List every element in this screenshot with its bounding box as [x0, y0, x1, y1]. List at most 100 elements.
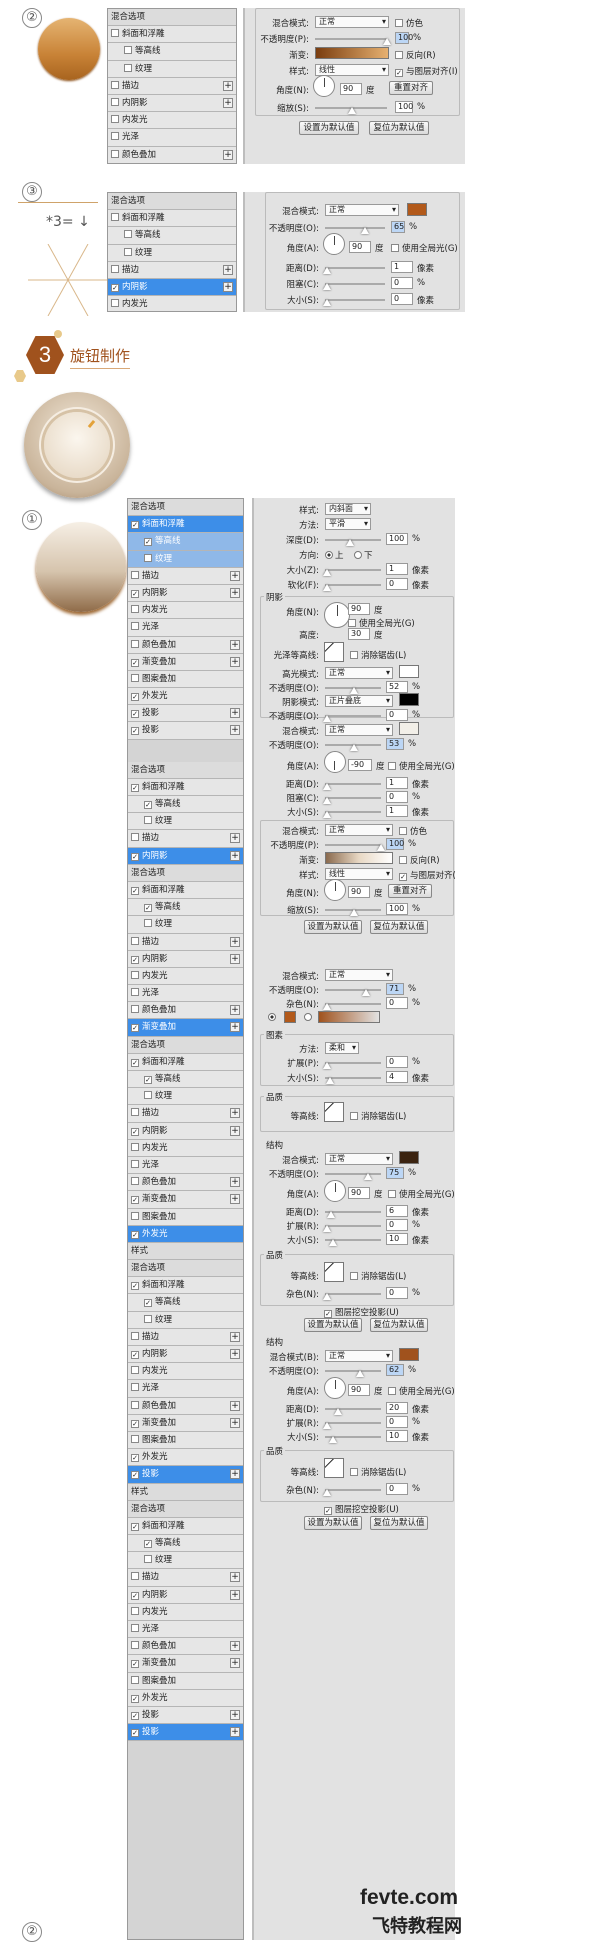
checkbox[interactable]: ✓: [131, 1694, 139, 1703]
stroke-item[interactable]: 描边 +: [128, 933, 243, 951]
inner-shadow-item[interactable]: ✓ 内阴影 +: [128, 1122, 243, 1140]
drop-shadow-item[interactable]: ✓ 投影 +: [128, 1706, 243, 1725]
texture-item[interactable]: 纹理: [128, 916, 243, 934]
blend-options-item[interactable]: 混合选项: [128, 1260, 243, 1278]
add-icon[interactable]: +: [230, 1641, 240, 1652]
size-input[interactable]: 10: [386, 1430, 408, 1442]
contour-item[interactable]: 等高线: [108, 227, 236, 245]
add-icon[interactable]: +: [230, 1194, 240, 1205]
color-radio[interactable]: [268, 1013, 276, 1021]
contour-item[interactable]: ✓ 等高线: [128, 1535, 243, 1553]
checkbox[interactable]: [399, 827, 407, 835]
blend-options-item[interactable]: 混合选项: [128, 1500, 243, 1518]
opacity-slider-knob[interactable]: [383, 38, 391, 45]
opacity-slider[interactable]: [325, 989, 381, 991]
outer-glow-item[interactable]: ✓ 外发光: [128, 688, 243, 706]
noise-input[interactable]: 0: [386, 1483, 408, 1495]
choke-input[interactable]: 0: [386, 791, 408, 803]
opacity-input[interactable]: 100: [386, 838, 404, 850]
reset-default-button[interactable]: 复位为默认值: [370, 1516, 428, 1530]
checkbox[interactable]: ✓: [131, 783, 139, 792]
checkbox[interactable]: ✓: [131, 1471, 139, 1480]
checkbox[interactable]: [131, 833, 139, 842]
checkbox[interactable]: ✓: [131, 1058, 139, 1067]
distance-slider-knob[interactable]: [323, 267, 331, 274]
texture-item[interactable]: 纹理: [128, 813, 243, 831]
stroke-item[interactable]: 描边 +: [128, 830, 243, 848]
add-icon[interactable]: +: [230, 1108, 240, 1119]
size-slider-knob[interactable]: [323, 299, 331, 306]
blend-options-item[interactable]: 混合选项: [128, 1036, 243, 1054]
add-icon[interactable]: +: [230, 1125, 240, 1136]
global-light-checkbox[interactable]: 使用全局光(G): [391, 242, 458, 254]
bevel-method-select[interactable]: 平滑: [325, 518, 371, 530]
checkbox[interactable]: [131, 1211, 139, 1220]
stroke-item[interactable]: 描边 +: [128, 567, 243, 585]
add-icon[interactable]: +: [230, 1349, 240, 1359]
texture-item[interactable]: 纹理: [108, 60, 236, 78]
inner-glow-item[interactable]: 内发光: [128, 967, 243, 986]
style-item[interactable]: 样式: [128, 1242, 243, 1261]
opacity-slider[interactable]: [315, 38, 387, 40]
blend-options-item[interactable]: 混合选项: [128, 761, 243, 779]
shadow-opacity-slider-knob[interactable]: [323, 715, 331, 722]
satin-item[interactable]: 光泽: [128, 1380, 243, 1398]
radio[interactable]: [325, 551, 333, 559]
checkbox[interactable]: [124, 230, 132, 239]
satin-item[interactable]: 光泽: [128, 985, 243, 1003]
angle-input[interactable]: -90: [348, 759, 372, 771]
add-icon[interactable]: +: [230, 587, 240, 598]
add-icon[interactable]: +: [230, 639, 240, 650]
style-select[interactable]: 线性: [315, 64, 389, 76]
inner-glow-item[interactable]: 内发光: [128, 602, 243, 620]
set-default-button[interactable]: 设置为默认值: [299, 121, 359, 135]
checkbox[interactable]: ✓: [131, 658, 139, 667]
highlight-color-swatch[interactable]: [399, 665, 419, 678]
checkbox[interactable]: [131, 673, 139, 682]
scale-slider-knob[interactable]: [348, 107, 356, 114]
noise-input[interactable]: 0: [386, 997, 408, 1009]
shadow-color-swatch[interactable]: [399, 722, 419, 735]
opacity-slider-knob[interactable]: [356, 1370, 364, 1377]
color-overlay-item[interactable]: 颜色叠加 +: [128, 1397, 243, 1415]
add-icon[interactable]: +: [230, 1005, 240, 1016]
blend-options-item[interactable]: 混合选项: [128, 864, 243, 882]
drop-shadow-item-2[interactable]: ✓ 投影 +: [128, 1724, 243, 1742]
checkbox[interactable]: [131, 970, 139, 979]
checkbox[interactable]: ✓: [131, 1454, 139, 1463]
checkbox[interactable]: ✓: [131, 1729, 139, 1738]
checkbox[interactable]: [144, 1091, 152, 1100]
scale-slider-knob[interactable]: [350, 909, 358, 916]
add-icon[interactable]: +: [230, 1572, 240, 1583]
checkbox[interactable]: [350, 651, 358, 659]
add-icon[interactable]: +: [223, 264, 233, 275]
drop-shadow-item[interactable]: ✓ 投影 +: [128, 1466, 243, 1484]
checkbox[interactable]: [131, 1572, 139, 1581]
bevel-item[interactable]: ✓ 斜面和浮雕: [128, 1053, 243, 1071]
contour-item[interactable]: ✓ 等高线: [128, 1294, 243, 1312]
highlight-opacity-slider-knob[interactable]: [350, 687, 358, 694]
color-overlay-item[interactable]: 颜色叠加 +: [128, 1638, 243, 1656]
gradient-swatch[interactable]: [325, 852, 393, 864]
opacity-slider[interactable]: [325, 1370, 381, 1372]
antialias-checkbox[interactable]: 消除锯齿(L): [350, 1110, 406, 1122]
distance-input[interactable]: 1: [386, 777, 408, 789]
bevel-item[interactable]: 斜面和浮雕: [108, 210, 236, 228]
glow-gradient-swatch[interactable]: [318, 1011, 380, 1023]
add-icon[interactable]: +: [230, 1709, 240, 1720]
add-icon[interactable]: +: [230, 936, 240, 947]
bevel-item[interactable]: ✓ 斜面和浮雕: [128, 516, 243, 534]
inner-shadow-item[interactable]: ✓ 内阴影 +: [128, 1586, 243, 1604]
checkbox[interactable]: [131, 1005, 139, 1014]
set-default-button[interactable]: 设置为默认值: [304, 920, 362, 934]
choke-input[interactable]: 0: [391, 277, 413, 289]
checkbox[interactable]: [111, 80, 119, 89]
checkbox[interactable]: [131, 1108, 139, 1117]
checkbox[interactable]: [111, 264, 119, 273]
size-slider-knob[interactable]: [323, 811, 331, 818]
checkbox[interactable]: [131, 570, 139, 579]
texture-item[interactable]: 纹理: [108, 244, 236, 262]
style-item[interactable]: 样式: [128, 1483, 243, 1501]
inner-glow-item[interactable]: 内发光: [128, 1603, 243, 1621]
checkbox[interactable]: [350, 1272, 358, 1280]
